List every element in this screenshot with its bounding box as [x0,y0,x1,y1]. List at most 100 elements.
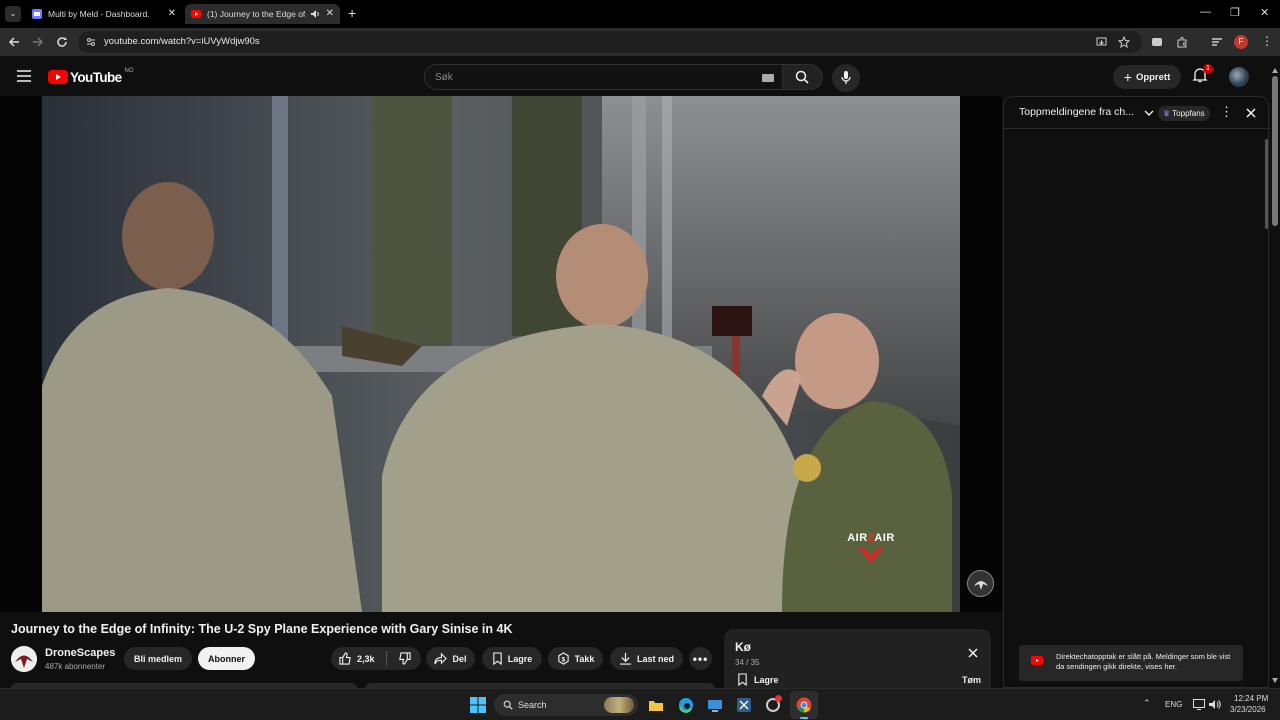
youtube-favicon-icon [191,10,201,18]
minimize-window-icon[interactable]: — [1200,6,1211,18]
youtube-wordmark: YouTube [70,69,122,85]
snipping-tool-icon[interactable] [736,697,752,713]
toppfans-chip[interactable]: ♛ Toppfans [1158,106,1210,121]
video-frame[interactable]: AIR2AIR [42,96,960,612]
subscriber-count: 487k abonnenter [45,662,106,671]
keyboard-icon[interactable] [762,74,774,82]
profile-avatar[interactable]: F [1234,35,1248,49]
air2air-v-logo-icon [858,547,884,563]
close-tab-icon[interactable]: ✕ [168,8,176,19]
voice-search-button[interactable] [832,64,860,92]
scroll-down-arrow[interactable] [1272,678,1278,683]
desktop-app-icon[interactable] [707,697,723,713]
search-icon [795,70,809,84]
restore-window-icon[interactable]: ❐ [1230,6,1240,19]
scroll-thumb[interactable] [1272,76,1278,226]
save-button[interactable]: Lagre [482,647,542,670]
download-button[interactable]: Last ned [610,647,683,670]
windows-taskbar: Search ⌃ ENG 12:24 PM 3/23/2026 [0,688,1280,720]
audio-playing-icon[interactable] [310,9,320,19]
channel-watermark-button[interactable] [967,570,994,597]
share-button[interactable]: Del [426,647,475,670]
new-tab-button[interactable]: + [348,5,356,21]
search-icon [503,700,513,710]
app-alert-badge [775,695,782,702]
search-button[interactable] [783,64,823,90]
chrome-icon [796,697,812,713]
queue-title: Kø [735,640,751,654]
share-label: Del [452,653,467,664]
subscribe-button[interactable]: Abonner [198,647,255,670]
site-info-icon[interactable] [86,37,96,47]
tab-list-dropdown-button[interactable]: ⌄ [5,6,21,22]
join-label: Bli medlem [133,653,182,664]
meld-extension-icon[interactable] [1151,36,1163,48]
thumbs-up-icon[interactable] [339,652,352,665]
scroll-up-arrow[interactable] [1272,68,1278,73]
file-explorer-icon[interactable] [648,697,664,713]
microphone-icon [841,71,851,84]
chat-scrollbar-thumb[interactable] [1265,139,1268,229]
save-label: Lagre [507,653,533,664]
create-label: Opprett [1135,71,1171,83]
tab-youtube-video[interactable]: (1) Journey to the Edge of I ✕ [185,4,340,24]
account-avatar[interactable] [1229,67,1249,87]
channel-eagle-icon [11,646,37,672]
show-hidden-icons-button[interactable]: ⌃ [1143,698,1151,709]
subscribe-label: Abonner [208,653,245,664]
air2air-watermark: AIR2AIR [838,532,904,565]
clock-time[interactable]: 12:24 PM [1234,694,1268,703]
chat-mode-title[interactable]: Toppmeldingene fra ch... [1019,106,1134,118]
tab-meld-dashboard[interactable]: Multi by Meld - Dashboard. ✕ [26,4,182,24]
page-scrollbar[interactable] [1270,66,1280,688]
video-player[interactable]: AIR2AIR [0,96,1002,612]
pinned-app-icon[interactable] [766,695,782,712]
chat-more-options-icon[interactable]: ⋮ [1220,104,1233,120]
clock-date[interactable]: 3/23/2026 [1230,705,1266,714]
thanks-button[interactable]: $ Takk [548,647,603,670]
search-input[interactable]: Søk [424,64,783,90]
hamburger-menu-icon[interactable] [17,70,31,82]
network-display-icon[interactable] [1193,699,1205,710]
channel-name[interactable]: DroneScapes [45,647,115,659]
reload-icon[interactable] [56,36,68,48]
queue-position: 34 / 35 [735,658,760,667]
browser-tab-strip: ⌄ Multi by Meld - Dashboard. ✕ (1) Journ… [0,0,1280,28]
chrome-taskbar-button[interactable] [790,691,818,719]
more-horizontal-icon: ••• [692,651,709,666]
join-button[interactable]: Bli medlem [124,647,192,670]
close-chat-icon[interactable] [1246,108,1256,118]
like-count[interactable]: 2,3k [357,654,375,664]
taskbar-search-box[interactable]: Search [494,694,638,716]
close-window-icon[interactable]: ✕ [1260,6,1269,19]
windows-start-icon[interactable] [470,697,486,713]
chevron-down-icon[interactable] [1144,110,1154,116]
taskbar-search-label: Search [518,700,547,710]
plus-icon: + [1123,69,1132,85]
edge-browser-icon[interactable] [678,697,694,713]
active-app-indicator [800,717,808,719]
reading-list-icon[interactable] [1211,36,1223,48]
bookmark-star-icon[interactable] [1118,36,1130,48]
thumbs-down-icon[interactable] [398,652,411,665]
svg-text:$: $ [561,656,565,663]
youtube-logo[interactable]: YouTube NO [48,68,134,85]
like-dislike-group: 2,3k [331,647,421,670]
close-tab-icon[interactable]: ✕ [326,8,334,19]
create-button[interactable]: + Opprett [1113,65,1181,89]
input-language[interactable]: ENG [1165,700,1182,709]
install-app-icon[interactable] [1096,37,1107,48]
download-label: Last ned [636,653,674,664]
notifications-button[interactable]: 1 [1192,64,1213,87]
queue-save-button[interactable]: Lagre [737,673,779,686]
channel-avatar[interactable] [11,646,37,672]
forward-arrow-icon[interactable] [32,36,44,48]
close-queue-icon[interactable] [968,648,978,658]
address-bar[interactable]: youtube.com/watch?v=iUVyWdjw90s [78,31,1142,53]
queue-clear-button[interactable]: Tøm [962,675,981,685]
more-actions-button[interactable]: ••• [689,647,712,670]
back-arrow-icon[interactable] [8,36,20,48]
volume-icon[interactable] [1209,699,1221,710]
browser-menu-icon[interactable]: ⋮ [1261,34,1273,48]
extensions-puzzle-icon[interactable] [1176,36,1188,48]
